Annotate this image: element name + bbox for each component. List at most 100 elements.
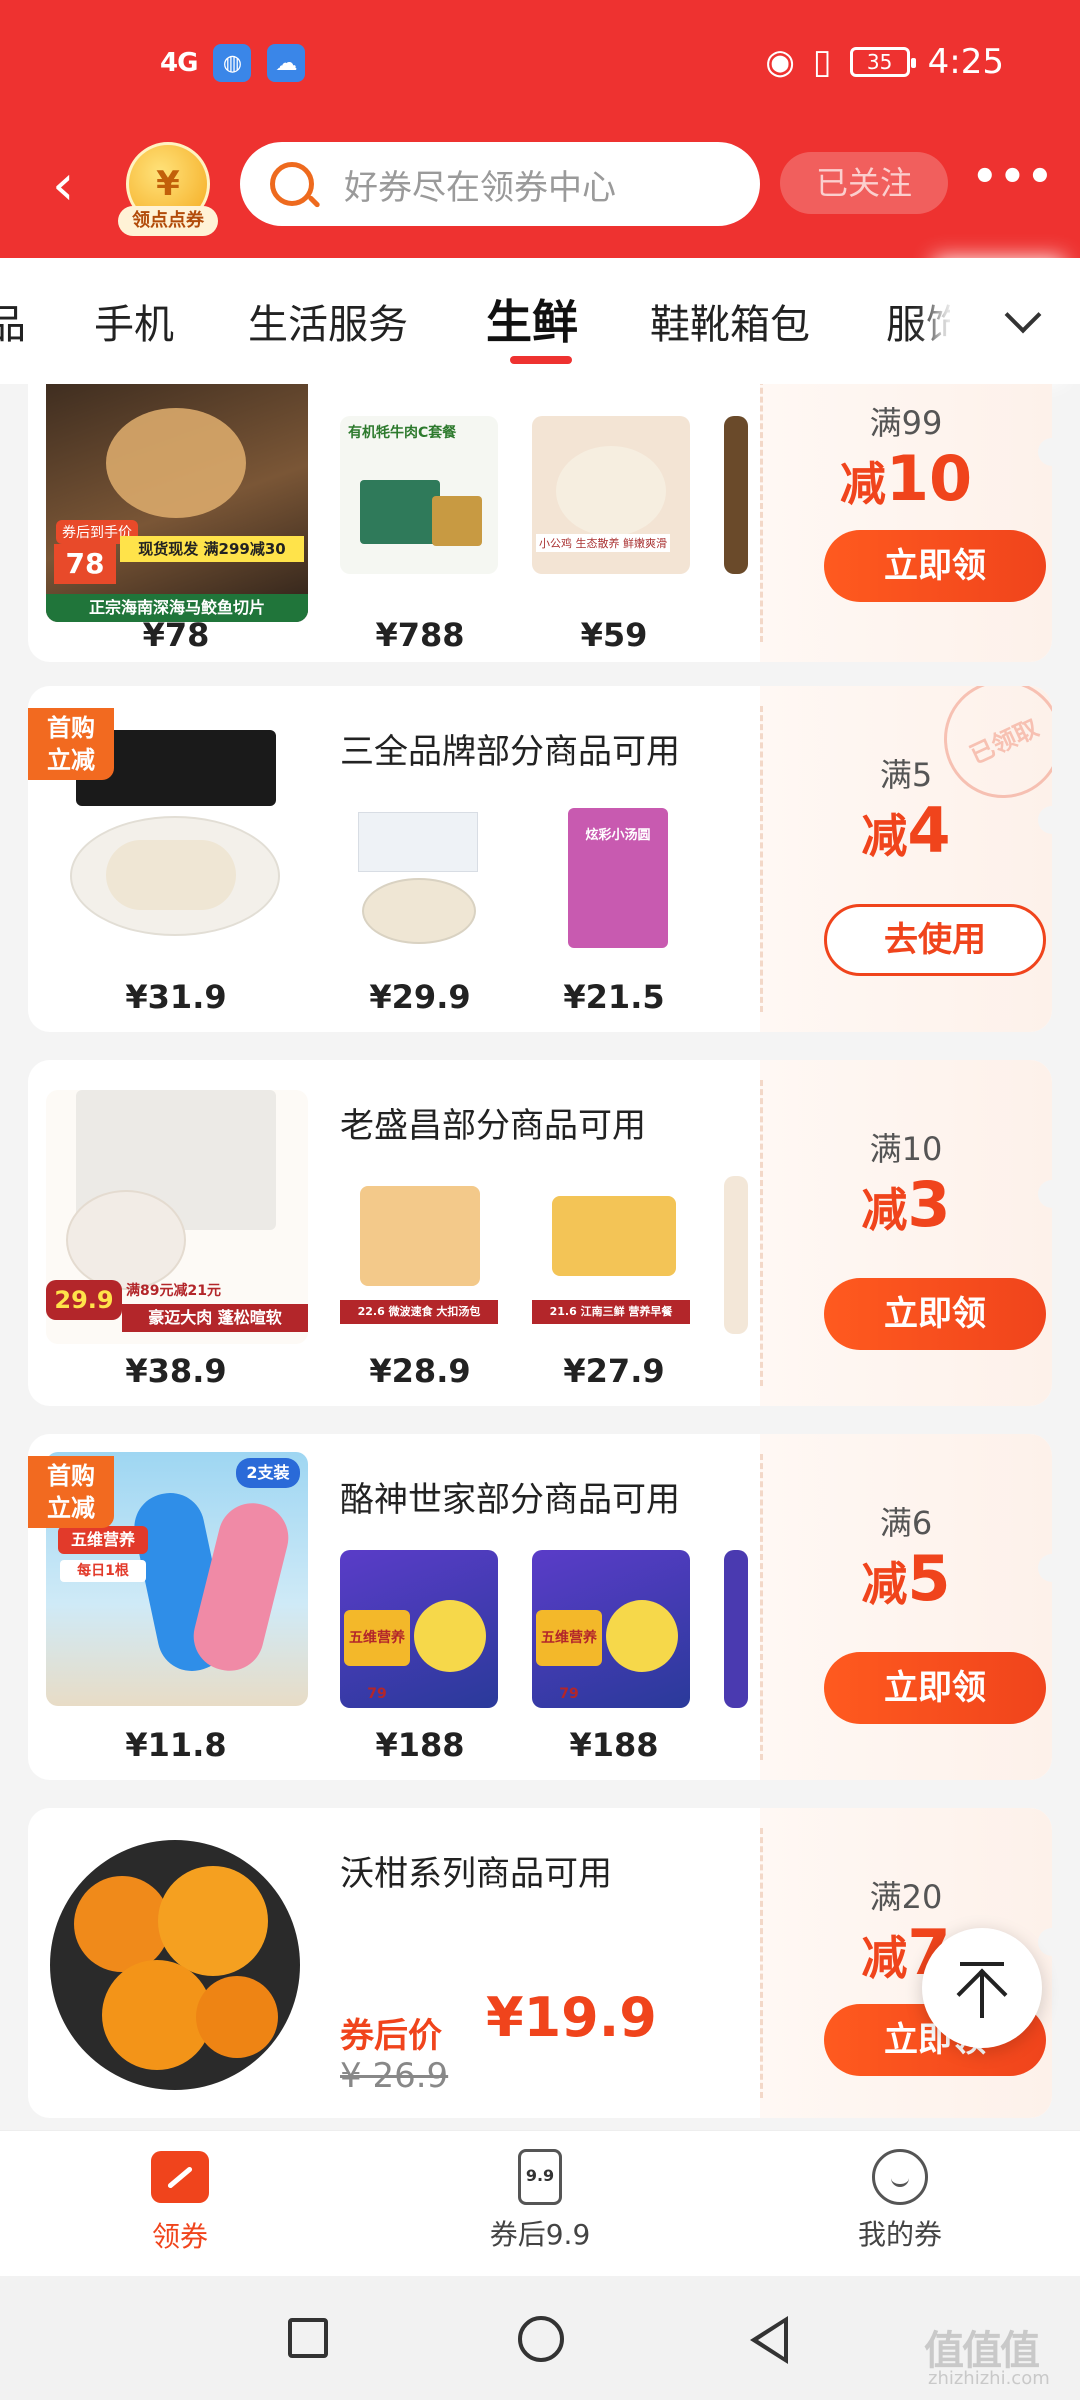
coupon-panel: 已领取 满5 减4 去使用 <box>760 686 1052 1032</box>
tab-life-services[interactable]: 生活服务 <box>248 292 408 350</box>
thumb-caption: 22.6 微波速食 大扣汤包 <box>340 1300 498 1324</box>
coupon-condition: 满99 <box>869 404 943 442</box>
product-price: ¥21.5 <box>563 978 665 1016</box>
badge-label: 领点点券 <box>118 206 218 236</box>
product-thumb[interactable]: 五维营养 79 <box>340 1550 498 1708</box>
coupon-title: 老盛昌部分商品可用 <box>340 1106 646 1146</box>
original-price: ¥ 26.9 <box>340 2056 449 2096</box>
coupon-title: 三全品牌部分商品可用 <box>340 732 680 772</box>
product-price: ¥29.9 <box>369 978 471 1016</box>
home-button[interactable] <box>518 2316 564 2362</box>
product-thumb-partial[interactable] <box>724 1176 748 1334</box>
header: 4G ◍ ☁ ◉ ▯ 35 4:25 ‹ ¥ 领点点券 好券尽在领券中心 已关注… <box>0 0 1080 258</box>
follow-button[interactable]: 已关注 <box>780 152 948 214</box>
coupon-panel: 满10 减3 立即领 <box>760 1060 1052 1406</box>
coupon-list[interactable]: 券后到手价 78 现货现发 满299减30 正宗海南深海马鲛鱼切片 有机牦牛肉C… <box>0 384 1080 2130</box>
use-button[interactable]: 去使用 <box>824 904 1046 976</box>
tabs-expand-area[interactable] <box>950 258 1080 384</box>
category-tabs: 品 手机 生活服务 生鲜 鞋靴箱包 服饰 <box>0 258 1080 384</box>
thumb-caption: 五维营养 79 <box>536 1610 602 1702</box>
product-thumb[interactable]: 21.6 江南三鲜 营养早餐 <box>532 1176 690 1334</box>
product-price: ¥28.9 <box>369 1352 471 1390</box>
image-price-tag: 29.9 <box>46 1280 122 1320</box>
coupon-card: 沃柑系列商品可用 券后价 ¥19.9 ¥ 26.9 满20 减7 立即领 <box>28 1808 1052 2118</box>
thumb-caption: 21.6 江南三鲜 营养早餐 <box>532 1300 690 1324</box>
product-price: ¥31.9 <box>125 978 227 1016</box>
product-price: ¥27.9 <box>563 1352 665 1390</box>
chevron-down-icon <box>1004 296 1042 334</box>
watermark-url: zhizhizhi.com <box>928 2368 1050 2389</box>
product-thumb[interactable]: 有机牦牛肉C套餐 <box>340 416 498 574</box>
nav-item-claim[interactable]: 领券 <box>80 2149 280 2255</box>
tab-partial[interactable]: 品 <box>0 292 26 350</box>
coupon-card: 首购 立减 三全品牌部分商品可用 炫彩小汤圆 ¥31.9 ¥29.9 ¥21.5 … <box>28 686 1052 1032</box>
product-image-fish[interactable]: 券后到手价 78 现货现发 满299减30 正宗海南深海马鲛鱼切片 <box>46 384 308 622</box>
arrow-up-icon <box>960 1962 1004 1966</box>
weather-icon: ☁ <box>267 44 306 82</box>
coupon-title: 沃柑系列商品可用 <box>340 1854 612 1894</box>
more-menu-icon[interactable]: ••• <box>972 157 1053 202</box>
first-purchase-tag: 首购 立减 <box>28 1456 114 1528</box>
claim-button[interactable]: 立即领 <box>824 530 1046 602</box>
product-price: ¥788 <box>375 616 465 654</box>
product-price: ¥38.9 <box>125 1352 227 1390</box>
product-thumb[interactable]: 小公鸡 生态散养 鲜嫩爽滑 <box>532 416 690 574</box>
bottom-nav: 领券 9.9 券后9.9 我的券 <box>0 2130 1080 2276</box>
coupon-amount: 减10 <box>839 442 973 515</box>
product-thumb[interactable]: 22.6 微波速食 大扣汤包 <box>340 1176 498 1334</box>
coupon-panel: 满6 减5 立即领 <box>760 1434 1052 1780</box>
coupon-condition: 满10 <box>869 1130 943 1168</box>
coupon-card: 2支装 五维营养 每日1根 首购 立减 酪神世家部分商品可用 五维营养 79 五维… <box>28 1434 1052 1780</box>
coupon-amount: 减5 <box>861 1542 951 1615</box>
product-price: ¥188 <box>569 1726 659 1764</box>
tab-phone[interactable]: 手机 <box>94 292 174 350</box>
back-to-top-button[interactable] <box>922 1928 1042 2048</box>
after-coupon-price: ¥19.9 <box>486 1986 657 2049</box>
tab-fresh[interactable]: 生鲜 <box>486 286 578 352</box>
product-thumb-partial[interactable] <box>724 1550 748 1708</box>
nav-label: 我的券 <box>857 2218 942 2251</box>
recent-apps-button[interactable] <box>288 2318 328 2358</box>
eye-icon: ◉ <box>765 42 795 82</box>
product-thumb[interactable]: 五维营养 79 <box>532 1550 690 1708</box>
app-notification-icon: ◍ <box>213 44 252 82</box>
search-icon <box>270 162 314 206</box>
product-thumb[interactable] <box>340 802 498 960</box>
coupon-card: 29.9 满89元减21元 豪迈大肉 蓬松暄软 老盛昌部分商品可用 22.6 微… <box>28 1060 1052 1406</box>
nav-label: 券后9.9 <box>489 2218 591 2251</box>
nav-item-my-coupons[interactable]: 我的券 <box>800 2149 1000 2253</box>
claim-button[interactable]: 立即领 <box>824 1652 1046 1724</box>
coupon-condition: 满6 <box>879 1504 933 1542</box>
status-bar: 4G ◍ ☁ ◉ ▯ 35 4:25 <box>0 0 1080 120</box>
system-back-button[interactable] <box>750 2316 788 2364</box>
points-coupon-badge[interactable]: ¥ 领点点券 <box>118 142 218 238</box>
coupon-amount: 减3 <box>861 1168 951 1241</box>
ticket-icon: 9.9 <box>518 2149 562 2205</box>
tab-shoes-bags[interactable]: 鞋靴箱包 <box>650 292 810 350</box>
product-thumb-partial[interactable] <box>724 416 748 574</box>
coupon-condition: 满20 <box>869 1878 943 1916</box>
tab-active-indicator <box>510 356 572 364</box>
image-badge: 2支装 <box>236 1458 300 1488</box>
status-left: 4G ◍ ☁ <box>160 44 306 82</box>
after-coupon-label: 券后价 <box>340 2016 442 2056</box>
product-image-oranges[interactable] <box>46 1836 308 2090</box>
product-price: ¥78 <box>142 616 210 654</box>
coupon-card: 券后到手价 78 现货现发 满299减30 正宗海南深海马鲛鱼切片 有机牦牛肉C… <box>28 384 1052 662</box>
thumb-caption: 炫彩小汤圆 <box>585 828 651 843</box>
product-thumb[interactable]: 炫彩小汤圆 <box>532 802 690 960</box>
nav-label: 领券 <box>151 2220 208 2253</box>
first-purchase-tag: 首购 立减 <box>28 708 114 780</box>
thumb-caption: 有机牦牛肉C套餐 <box>348 425 457 441</box>
product-price: ¥188 <box>375 1726 465 1764</box>
product-price: ¥11.8 <box>125 1726 227 1764</box>
claim-button[interactable]: 立即领 <box>824 1278 1046 1350</box>
image-promo: 满89元减21元 <box>126 1283 221 1299</box>
smile-icon <box>872 2149 928 2205</box>
thumb-caption: 五维营养 79 <box>344 1610 410 1702</box>
back-button[interactable]: ‹ <box>52 156 92 216</box>
search-bar[interactable]: 好券尽在领券中心 <box>240 142 760 226</box>
product-image-buns[interactable]: 29.9 满89元减21元 豪迈大肉 蓬松暄软 <box>46 1090 308 1344</box>
coupon-title: 酪神世家部分商品可用 <box>340 1480 680 1520</box>
nav-item-after-coupon[interactable]: 9.9 券后9.9 <box>440 2149 640 2253</box>
